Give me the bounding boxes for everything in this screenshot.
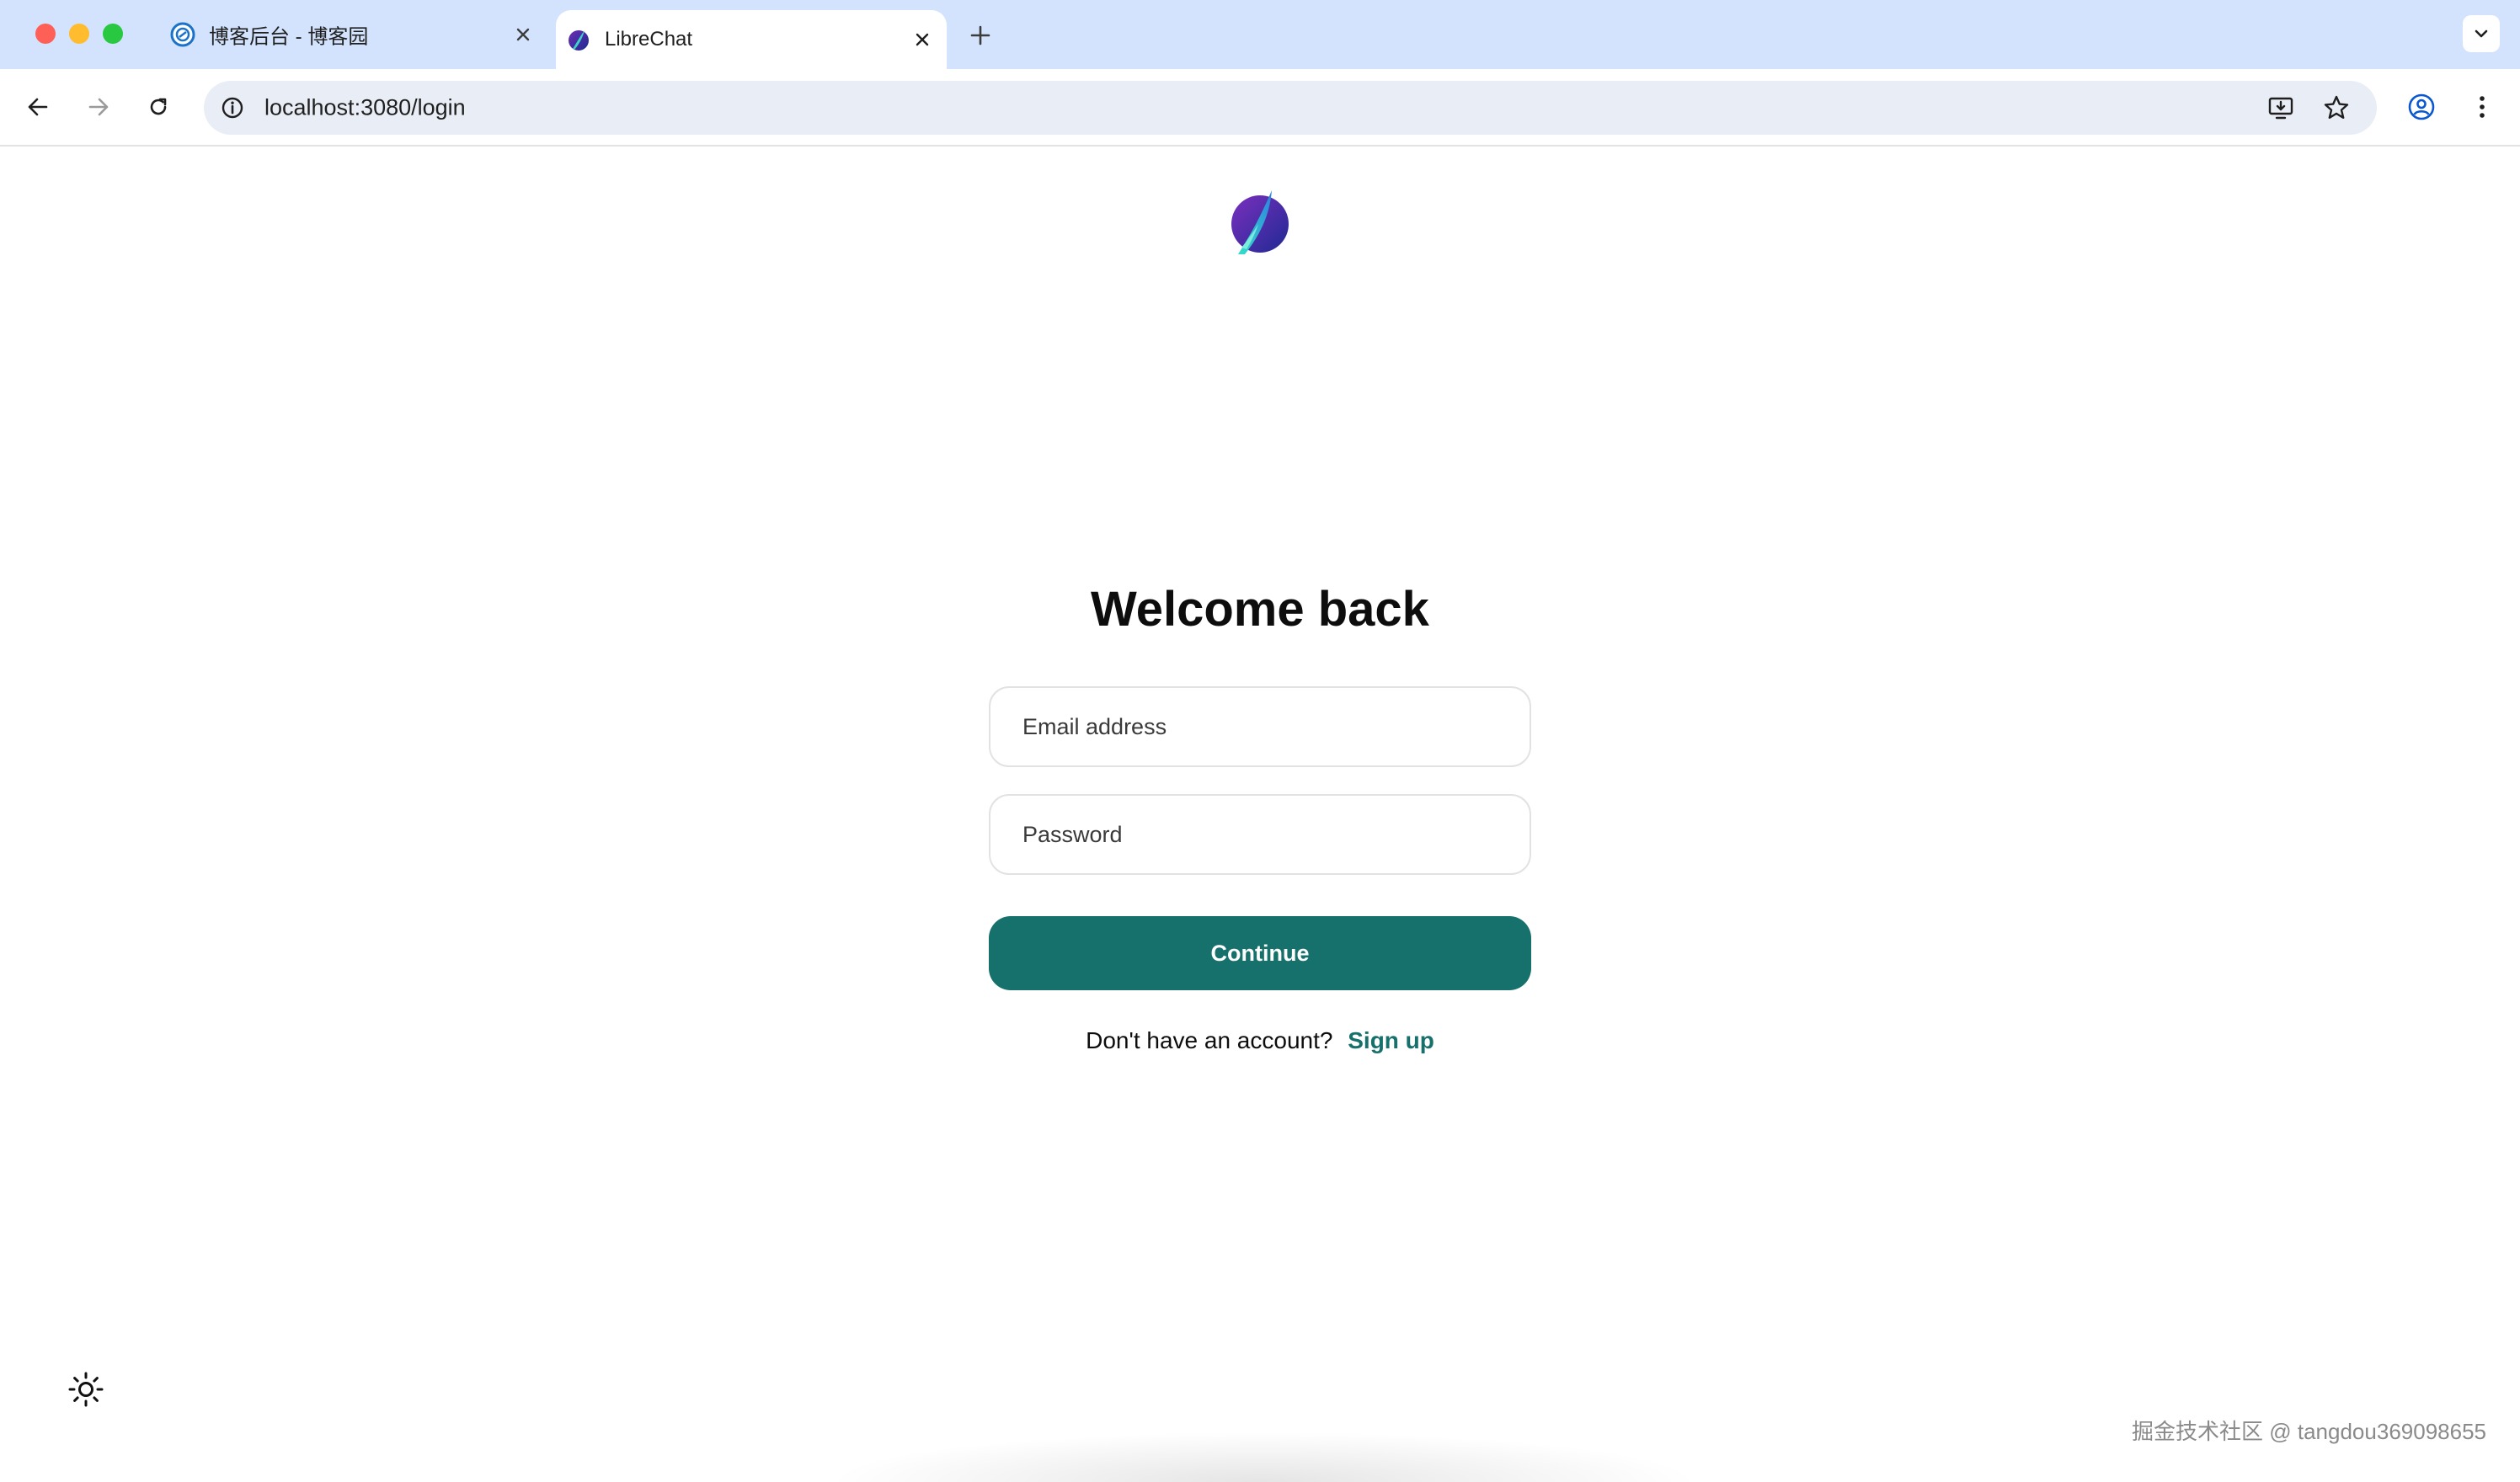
signup-link[interactable]: Sign up bbox=[1348, 1027, 1434, 1053]
bottom-shadow bbox=[825, 1431, 1701, 1482]
sun-icon bbox=[67, 1371, 104, 1408]
window-maximize-button[interactable] bbox=[103, 24, 123, 44]
tab-title: 博客后台 - 博客园 bbox=[209, 25, 369, 49]
tab-librechat[interactable]: LibreChat bbox=[556, 10, 947, 69]
tab-search-button[interactable] bbox=[2463, 15, 2500, 52]
forward-button[interactable] bbox=[79, 88, 118, 126]
window-close-button[interactable] bbox=[35, 24, 56, 44]
chevron-down-icon bbox=[2472, 24, 2491, 43]
more-vertical-icon bbox=[2478, 94, 2486, 120]
theme-toggle-button[interactable] bbox=[66, 1369, 106, 1410]
tab-title: LibreChat bbox=[605, 28, 693, 51]
close-icon[interactable] bbox=[910, 27, 935, 52]
password-field[interactable] bbox=[989, 794, 1531, 875]
site-info-icon[interactable] bbox=[216, 91, 249, 125]
librechat-logo bbox=[1230, 185, 1290, 256]
reload-icon bbox=[147, 95, 170, 119]
arrow-left-icon bbox=[26, 95, 50, 119]
page-title: Welcome back bbox=[1091, 582, 1429, 637]
reload-button[interactable] bbox=[139, 88, 178, 126]
close-icon[interactable] bbox=[510, 22, 536, 47]
browser-tab-strip: 博客后台 - 博客园 LibreChat bbox=[0, 0, 2520, 69]
continue-button[interactable]: Continue bbox=[989, 916, 1531, 990]
arrow-right-icon bbox=[87, 95, 110, 119]
cnblogs-icon bbox=[170, 22, 195, 47]
tab-cnblogs[interactable]: 博客后台 - 博客园 bbox=[160, 0, 547, 69]
back-button[interactable] bbox=[19, 88, 57, 126]
profile-icon bbox=[2407, 93, 2436, 121]
librechat-icon bbox=[566, 27, 591, 52]
signup-prompt-row: Don't have an account? Sign up bbox=[0, 1027, 2520, 1054]
watermark: 掘金技术社区 @ tangdou369098655 bbox=[2132, 1419, 2486, 1444]
address-bar[interactable]: localhost:3080/login bbox=[204, 81, 2377, 135]
bookmark-star-icon[interactable] bbox=[2320, 91, 2353, 125]
browser-menu-button[interactable] bbox=[2463, 88, 2501, 126]
signup-prompt-text: Don't have an account? bbox=[1086, 1027, 1333, 1053]
url-text[interactable]: localhost:3080/login bbox=[264, 95, 466, 121]
email-field[interactable] bbox=[989, 686, 1531, 767]
profile-button[interactable] bbox=[2402, 88, 2441, 126]
window-minimize-button[interactable] bbox=[69, 24, 89, 44]
browser-toolbar: localhost:3080/login bbox=[0, 69, 2520, 147]
install-app-icon[interactable] bbox=[2264, 91, 2298, 125]
new-tab-button[interactable] bbox=[965, 20, 996, 51]
